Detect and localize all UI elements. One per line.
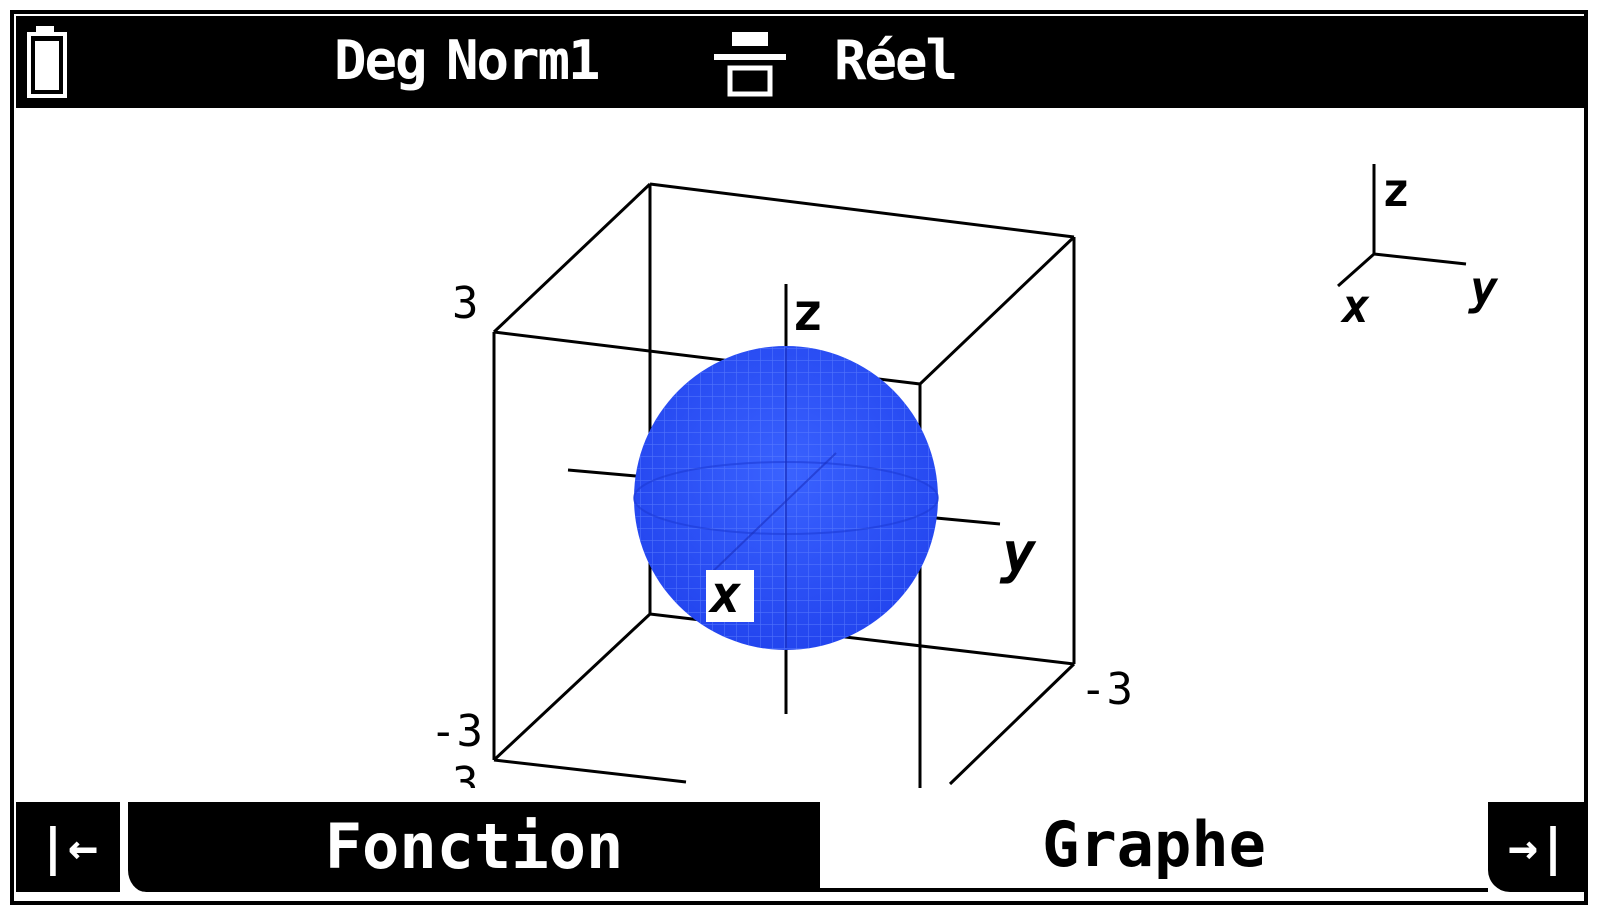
display-mode-icon	[714, 32, 786, 97]
sphere-surface	[633, 346, 939, 650]
angle-mode: Deg	[334, 29, 428, 92]
calculator-screen: Deg Norm1 Réel z y x 3 -3 -3 3 z y x |← …	[0, 0, 1604, 915]
tab-fonction[interactable]: Fonction	[124, 802, 820, 892]
graph-3d-canvas[interactable]: z y x 3 -3 -3 3 z y x	[16, 108, 1588, 788]
y-tick-min: -3	[1080, 664, 1133, 715]
tab-fonction-label: Fonction	[324, 810, 624, 883]
jump-first-icon: |←	[37, 818, 99, 876]
x-axis-label: x	[708, 565, 742, 625]
softkey-bar: |← Fonction Graphe →|	[16, 802, 1588, 892]
battery-icon	[27, 26, 67, 98]
tab-graphe-label: Graphe	[1042, 808, 1266, 881]
orientation-axes: z y x	[1337, 163, 1499, 333]
tab-graphe[interactable]: Graphe	[820, 802, 1488, 892]
graph-3d-area[interactable]: z y x 3 -3 -3 3 z y x	[16, 108, 1588, 788]
jump-last-button[interactable]: →|	[1488, 802, 1588, 892]
jump-last-icon: →|	[1507, 818, 1569, 876]
display-format: Norm1	[446, 29, 601, 92]
z-axis-label: z	[792, 283, 823, 343]
orientation-x-label: x	[1340, 279, 1370, 333]
orientation-y-label: y	[1467, 261, 1499, 315]
x-tick-partial: 3	[452, 758, 479, 788]
z-tick-bottom: -3	[430, 706, 483, 757]
y-axis-label: y	[999, 521, 1037, 586]
complex-mode: Réel	[834, 29, 958, 92]
orientation-z-label: z	[1382, 163, 1410, 217]
z-tick-top: 3	[452, 278, 479, 329]
status-bar: Deg Norm1 Réel	[16, 16, 1588, 108]
jump-first-button[interactable]: |←	[16, 802, 120, 892]
